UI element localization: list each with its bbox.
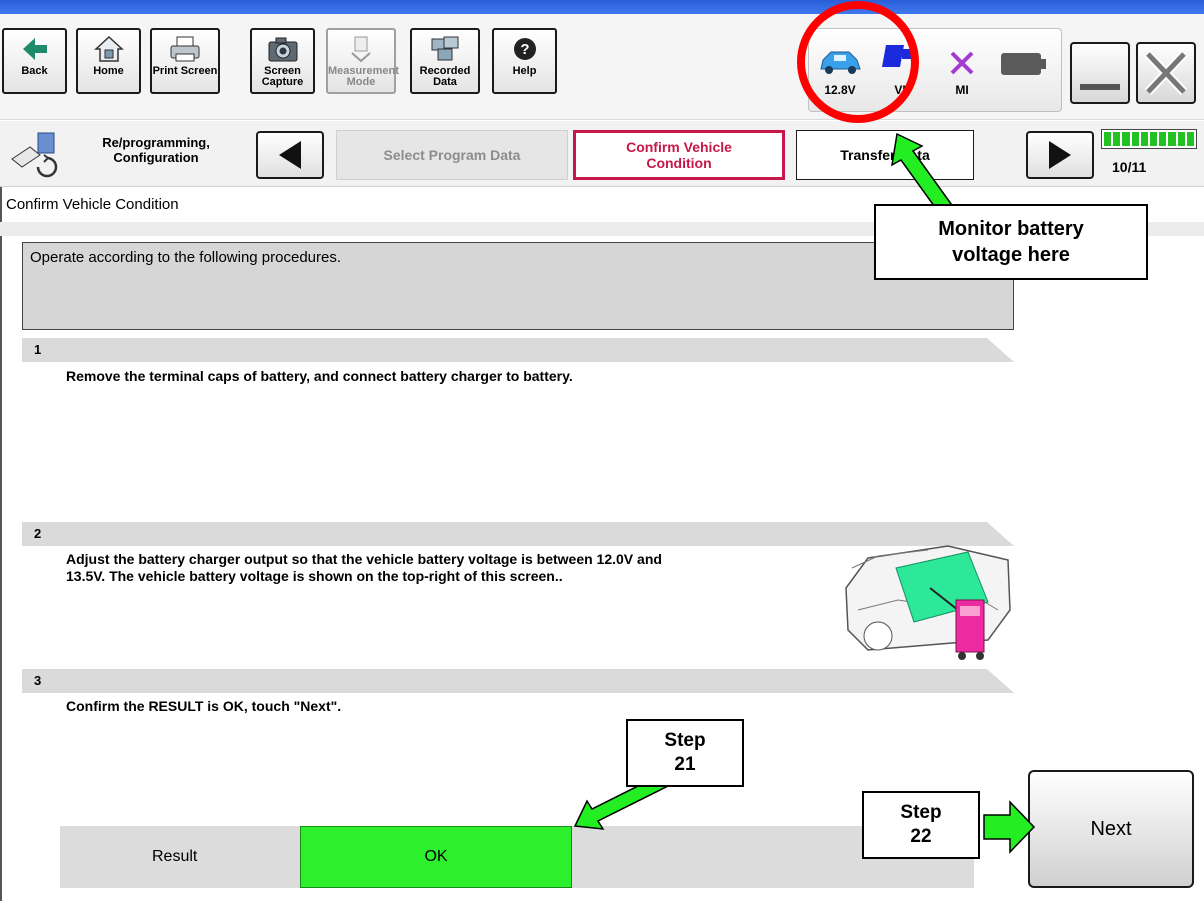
- print-screen-button[interactable]: Print Screen: [150, 28, 220, 94]
- help-label: Help: [512, 65, 537, 77]
- battery-voltage-value: 12.8V: [824, 83, 856, 97]
- step-number: 2: [34, 526, 42, 541]
- window-title-bar: [0, 0, 1204, 14]
- step-text-2: Adjust the battery charger output so tha…: [66, 551, 662, 584]
- close-icon: [1144, 50, 1188, 96]
- print-screen-label: Print Screen: [152, 65, 218, 77]
- step-text-3: Confirm the RESULT is OK, touch "Next".: [66, 698, 342, 714]
- breadcrumb-confirm-vehicle-condition: Confirm Vehicle Condition: [573, 130, 785, 180]
- result-ok-indicator: OK: [300, 826, 572, 888]
- screen-capture-button[interactable]: Screen Capture: [250, 28, 315, 94]
- home-icon: [78, 34, 139, 64]
- next-button[interactable]: Next: [1028, 770, 1194, 888]
- mi-label: MI: [955, 83, 969, 97]
- step-bar-3: 3: [22, 669, 1014, 693]
- car-icon: [815, 35, 865, 77]
- section-title: Confirm Vehicle Condition: [6, 196, 179, 213]
- vi-indicator[interactable]: VI: [875, 35, 925, 105]
- battery-icon: [995, 35, 1051, 77]
- previous-step-button[interactable]: [256, 131, 324, 179]
- result-label: Result: [152, 848, 198, 865]
- back-label: Back: [21, 65, 48, 77]
- vi-connection-icon: [875, 35, 925, 77]
- page-indicator: 10/11: [1112, 159, 1147, 175]
- measurement-icon: [328, 34, 394, 64]
- measurement-mode-label: Measurement Mode: [328, 65, 399, 88]
- callout-step-21: Step 21: [626, 719, 744, 787]
- back-button[interactable]: Back: [2, 28, 67, 94]
- help-icon: ?: [494, 34, 555, 64]
- content-left-border: [0, 187, 2, 901]
- vi-label: VI: [894, 83, 906, 97]
- mode-label: Re/programming, Configuration: [102, 135, 210, 165]
- measurement-mode-button[interactable]: Measurement Mode: [326, 28, 399, 94]
- step-navigation: Re/programming, Configuration Select Pro…: [0, 121, 1204, 187]
- recorded-data-icon: [412, 34, 478, 64]
- battery-voltage-indicator[interactable]: 12.8V: [815, 35, 865, 105]
- callout-step-22: Step 22: [862, 791, 980, 859]
- mi-disconnected-icon: [937, 35, 987, 77]
- triangle-right-icon: [1049, 141, 1071, 169]
- mi-indicator[interactable]: MI: [937, 35, 987, 105]
- printer-icon: [152, 34, 218, 64]
- help-button[interactable]: ? Help: [492, 28, 557, 94]
- close-button[interactable]: [1136, 42, 1196, 104]
- breadcrumb-select-program-data: Select Program Data: [336, 130, 568, 180]
- svg-text:?: ?: [520, 41, 529, 58]
- minimize-button[interactable]: [1070, 42, 1130, 104]
- procedure-header: Operate according to the following proce…: [22, 242, 1014, 330]
- home-label: Home: [93, 65, 124, 77]
- battery-charger-illustration: [838, 540, 1018, 670]
- triangle-left-icon: [279, 141, 301, 169]
- callout-arrow-step22: [983, 800, 1036, 854]
- vehicle-status-panel: 12.8V VI MI: [808, 28, 1062, 112]
- next-step-arrow-button[interactable]: [1026, 131, 1094, 179]
- result-row: Result OK: [60, 826, 974, 888]
- home-button[interactable]: Home: [76, 28, 141, 94]
- recorded-data-label: Recorded Data: [419, 65, 471, 88]
- back-arrow-icon: [4, 34, 65, 64]
- screen-capture-label: Screen Capture: [261, 65, 304, 88]
- battery-status-indicator: [995, 35, 1051, 105]
- step-number: 1: [34, 342, 42, 357]
- step-text-1: Remove the terminal caps of battery, and…: [66, 368, 573, 384]
- callout-monitor-battery: Monitor battery voltage here: [874, 204, 1148, 280]
- breadcrumb-transfer-data: Transfer Data: [796, 130, 974, 180]
- step-number: 3: [34, 673, 42, 688]
- step-bar-1: 1: [22, 338, 1014, 362]
- recorded-data-button[interactable]: Recorded Data: [410, 28, 480, 94]
- toolbar: Back Home Print Screen Screen Capture Me…: [0, 14, 1204, 120]
- step-progress-bar: [1101, 129, 1197, 149]
- camera-icon: [252, 34, 313, 64]
- reprogramming-icon: [8, 129, 64, 179]
- minimize-icon: [1080, 84, 1120, 90]
